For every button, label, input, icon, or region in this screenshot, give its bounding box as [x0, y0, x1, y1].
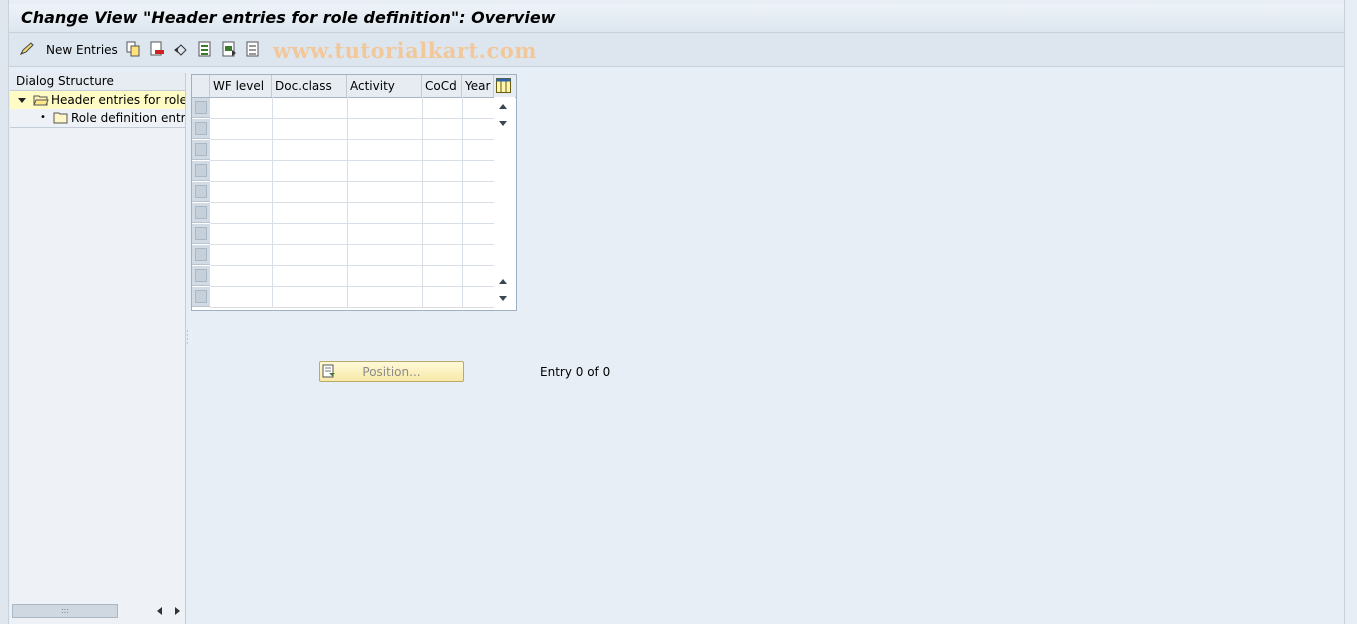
select-block-icon[interactable]: [221, 41, 237, 57]
scroll-page-down-icon[interactable]: [499, 121, 507, 126]
table-settings-icon[interactable]: [496, 78, 511, 96]
table-row[interactable]: [210, 266, 494, 287]
application-toolbar: New Entries www.tutorialkart.com: [9, 33, 1344, 67]
deselect-all-icon[interactable]: [245, 41, 261, 57]
entry-counter: Entry 0 of 0: [540, 365, 611, 379]
folder-icon: [53, 111, 69, 127]
tree-item-header-entries[interactable]: Header entries for role d: [10, 91, 185, 109]
select-all-icon[interactable]: [197, 41, 213, 57]
folder-open-icon: [33, 93, 49, 109]
table-row[interactable]: [210, 161, 494, 182]
table-row[interactable]: [210, 119, 494, 140]
entries-table: WF level Doc.class Activity CoCd Year: [191, 74, 517, 311]
select-all-rows-corner[interactable]: [192, 75, 210, 97]
column-divider: [347, 97, 348, 308]
dialog-structure-tree: Dialog Structure Header entries for role…: [10, 73, 186, 624]
row-selector[interactable]: [192, 182, 210, 202]
undo-icon[interactable]: [173, 41, 189, 57]
row-selector[interactable]: [192, 287, 210, 307]
table-row[interactable]: [210, 224, 494, 245]
scroll-right-icon[interactable]: [175, 607, 180, 615]
sap-window: Change View "Header entries for role def…: [8, 0, 1345, 624]
row-selector[interactable]: [192, 224, 210, 244]
table-row[interactable]: [210, 182, 494, 203]
row-selector[interactable]: [192, 161, 210, 181]
position-button[interactable]: Position...: [319, 361, 464, 382]
position-button-label: Position...: [362, 365, 421, 379]
table-header: WF level Doc.class Activity CoCd Year: [192, 75, 516, 98]
tree-item-role-definition[interactable]: • Role definition entrie: [10, 109, 185, 128]
column-divider: [272, 97, 273, 308]
row-selector[interactable]: [192, 245, 210, 265]
scroll-thumb[interactable]: :::: [12, 604, 118, 618]
scroll-up-icon[interactable]: [499, 104, 507, 109]
right-scroll-area: [1344, 0, 1357, 624]
column-header-doc-class[interactable]: Doc.class: [272, 75, 347, 97]
scroll-down-icon[interactable]: [499, 296, 507, 301]
page-title: Change View "Header entries for role def…: [21, 8, 556, 27]
title-bar: Change View "Header entries for role def…: [9, 4, 1344, 33]
column-header-activity[interactable]: Activity: [347, 75, 422, 97]
column-header-wf-level[interactable]: WF level: [210, 75, 272, 97]
table-row[interactable]: [210, 203, 494, 224]
watermark: www.tutorialkart.com: [273, 38, 537, 63]
tree-horizontal-scrollbar[interactable]: :::: [12, 604, 182, 618]
table-row[interactable]: [210, 98, 494, 119]
row-selector[interactable]: [192, 203, 210, 223]
tree-item-label: Header entries for role d: [51, 93, 185, 107]
column-header-cocd[interactable]: CoCd: [422, 75, 462, 97]
scroll-page-up-icon[interactable]: [499, 279, 507, 284]
new-entries-button[interactable]: New Entries: [46, 43, 118, 57]
table-row[interactable]: [210, 287, 494, 308]
row-selector[interactable]: [192, 119, 210, 139]
row-selector[interactable]: [192, 140, 210, 160]
table-row[interactable]: [210, 140, 494, 161]
table-vertical-scrollbar[interactable]: [494, 97, 515, 308]
copy-icon[interactable]: [125, 41, 141, 57]
edit-pencil-icon[interactable]: [19, 41, 35, 57]
tree-header: Dialog Structure: [10, 73, 185, 91]
delete-icon[interactable]: [149, 41, 165, 57]
row-selector[interactable]: [192, 98, 210, 118]
row-selector[interactable]: [192, 266, 210, 286]
tree-item-label: Role definition entrie: [71, 111, 185, 125]
bullet-icon: •: [40, 112, 46, 123]
scroll-left-icon[interactable]: [157, 607, 162, 615]
column-header-year[interactable]: Year: [462, 75, 494, 97]
column-divider: [422, 97, 423, 308]
table-row[interactable]: [210, 245, 494, 266]
expand-arrow-icon[interactable]: [18, 98, 26, 103]
column-divider: [462, 97, 463, 308]
splitter-handle[interactable]: · · · ·: [186, 328, 189, 354]
